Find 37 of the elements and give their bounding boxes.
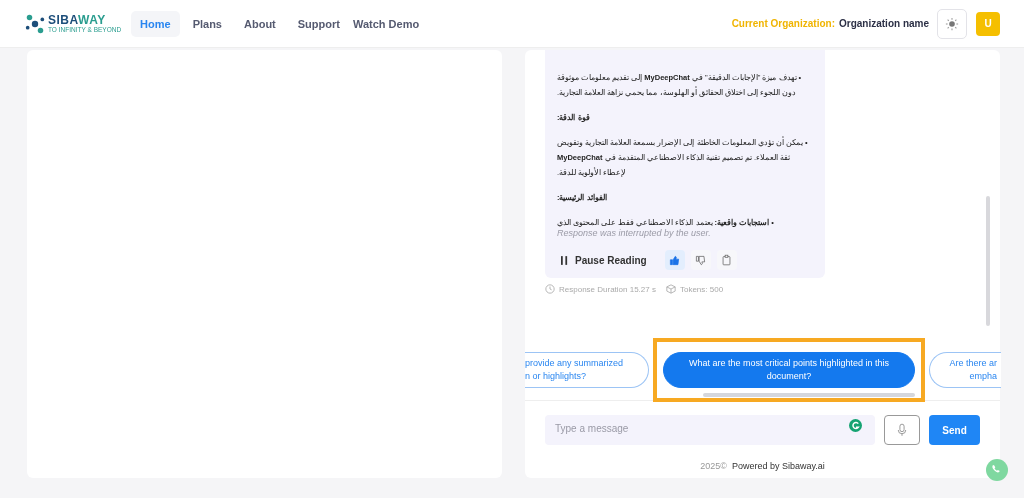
scrollbar[interactable] xyxy=(986,196,990,326)
nav-link[interactable]: Support xyxy=(288,10,349,37)
thumbs-up-button[interactable] xyxy=(664,250,685,270)
message-input[interactable]: Type a message xyxy=(545,415,876,445)
microphone-button[interactable] xyxy=(884,415,921,445)
nav-link[interactable]: Plans xyxy=(183,10,231,37)
nav-link[interactable]: Watch Demo xyxy=(352,10,429,37)
nav-link[interactable]: Home xyxy=(131,10,180,37)
cube-icon xyxy=(665,284,676,294)
copyright-year: 2025© xyxy=(700,461,727,471)
clipboard-icon xyxy=(721,254,733,266)
pause-icon xyxy=(561,255,568,265)
suggestion-chip[interactable]: Are there ar empha xyxy=(929,352,1001,388)
thumbs-down-button[interactable] xyxy=(690,250,711,270)
suggestion-chip[interactable]: provide any summarized n or highlights? xyxy=(525,352,649,388)
horizontal-scrollbar[interactable] xyxy=(703,393,915,397)
logo-wordmark: SIBAWAY xyxy=(48,13,107,26)
token-count: Tokens: 500 xyxy=(679,284,724,294)
response-duration: Response Duration 15.27 s xyxy=(559,284,656,294)
powered-by-text: Powered by Sibaway.ai xyxy=(731,461,825,471)
send-button[interactable]: Send xyxy=(929,415,980,445)
clock-icon xyxy=(545,284,555,294)
theme-toggle-button[interactable] xyxy=(937,8,967,39)
pause-reading-button[interactable]: Pause Reading xyxy=(557,250,651,270)
microphone-icon xyxy=(897,423,908,437)
nav-link[interactable]: About xyxy=(235,10,285,37)
organization-label: Current Organization: xyxy=(731,18,835,29)
sun-icon xyxy=(945,16,959,31)
copy-button[interactable] xyxy=(716,250,737,270)
thumbs-down-icon xyxy=(695,254,707,266)
logo-icon xyxy=(24,12,46,35)
interrupted-note: Response was interrupted by the user. xyxy=(557,227,712,240)
thumbs-up-icon xyxy=(669,254,681,266)
whatsapp-icon[interactable] xyxy=(985,458,1009,482)
suggestion-chip[interactable]: What are the most critical points highlighted in this document? xyxy=(663,352,915,388)
grammar-check-icon xyxy=(849,419,863,432)
organization-name: Organization name xyxy=(839,18,929,29)
